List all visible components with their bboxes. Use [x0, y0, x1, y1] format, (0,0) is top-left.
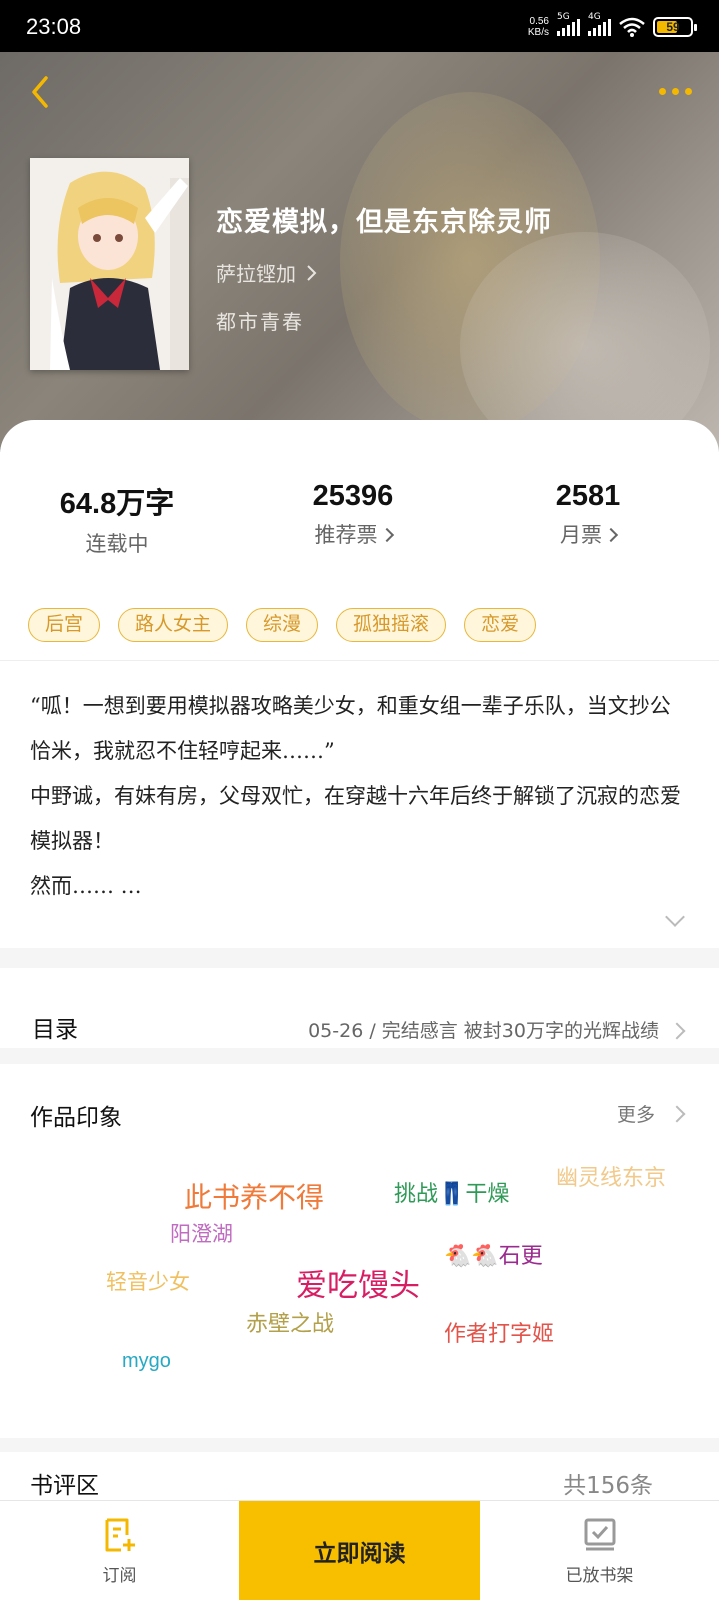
- chevron-right-icon: [603, 527, 619, 543]
- chevron-left-icon: [32, 76, 48, 108]
- monthly-votes-stat[interactable]: 2581 月票: [488, 480, 688, 549]
- expand-chevron-icon[interactable]: [665, 907, 685, 927]
- reviews-title: 书评区: [30, 1473, 99, 1499]
- stats-row: 64.8万字 连载中 25396 推荐票 2581 月票: [0, 480, 719, 570]
- book-genre: 都市青春: [216, 310, 304, 334]
- signal-5g-icon: 5G: [557, 12, 580, 36]
- word-count-stat: 64.8万字 连载中: [59, 488, 175, 556]
- impression-word[interactable]: 挑战👖干燥: [394, 1176, 509, 1208]
- toc-title: 目录: [32, 1017, 78, 1043]
- author-link[interactable]: 萨拉铿加: [216, 258, 318, 287]
- status-indicators: 0.56 KB/s 5G 4G 59: [527, 12, 697, 40]
- status-time: 23:08: [26, 14, 82, 39]
- tag-list: 后宫 路人女主 综漫 孤独摇滚 恋爱: [28, 608, 537, 642]
- tag-chip[interactable]: 综漫: [246, 608, 319, 642]
- impression-word[interactable]: 作者打字姬: [444, 1316, 554, 1348]
- impression-word[interactable]: 🐔🐔石更: [444, 1238, 543, 1270]
- read-now-button[interactable]: 立即阅读: [239, 1501, 480, 1600]
- recommend-votes-stat[interactable]: 25396 推荐票: [253, 480, 453, 549]
- network-speed: 0.56 KB/s: [527, 16, 549, 38]
- synopsis[interactable]: “呱！一想到要用模拟器攻略美少女，和重女组一辈子乐队，当文抄公恰米，我就忍不住轻…: [30, 684, 690, 909]
- impression-word[interactable]: 此书养不得: [184, 1176, 324, 1216]
- more-options-button[interactable]: [653, 76, 697, 106]
- tag-chip[interactable]: 路人女主: [118, 608, 229, 642]
- impression-word[interactable]: mygo: [122, 1350, 171, 1373]
- more-dots-icon: [658, 87, 666, 95]
- impression-word[interactable]: 赤壁之战: [246, 1306, 334, 1338]
- chevron-right-icon: [668, 1022, 686, 1040]
- signal-4g-icon: 4G: [588, 12, 611, 36]
- tag-chip[interactable]: 孤独摇滚: [336, 608, 447, 642]
- impression-word[interactable]: 爱吃馒头: [296, 1260, 420, 1305]
- chevron-right-icon: [668, 1105, 686, 1123]
- wifi-icon: [619, 17, 645, 37]
- bookshelf-button[interactable]: 已放书架: [480, 1501, 719, 1600]
- impression-word[interactable]: 幽灵线东京: [556, 1160, 666, 1192]
- status-bar: 23:08 0.56 KB/s 5G 4G 59: [0, 0, 719, 52]
- impression-word[interactable]: 轻音少女: [106, 1266, 190, 1296]
- bookshelf-check-icon: [584, 1518, 615, 1550]
- latest-chapter: 05-26 / 完结感言 被封30万字的光辉战绩: [308, 1020, 659, 1042]
- impression-word[interactable]: 阳澄湖: [170, 1218, 233, 1248]
- reviews-count[interactable]: 共156条: [563, 1466, 653, 1500]
- book-title: 恋爱模拟，但是东京除灵师: [216, 207, 552, 238]
- impression-word-cloud: 幽灵线东京 此书养不得 挑战👖干燥 阳澄湖 🐔🐔石更 轻音少女 爱吃馒头 赤壁之…: [0, 1160, 719, 1390]
- bottom-action-bar: 订阅 立即阅读 已放书架: [0, 1500, 719, 1600]
- impressions-more-button[interactable]: 更多: [617, 1100, 655, 1127]
- book-detail-card: 64.8万字 连载中 25396 推荐票 2581 月票 后宫 路人女主 综漫 …: [0, 420, 719, 1500]
- tag-chip[interactable]: 恋爱: [464, 608, 537, 642]
- chevron-right-icon: [307, 264, 317, 281]
- author-name: 萨拉铿加: [216, 262, 296, 286]
- chevron-right-icon: [379, 527, 394, 543]
- battery-icon: 59: [653, 17, 697, 37]
- back-button[interactable]: [22, 70, 66, 114]
- book-header: 恋爱模拟，但是东京除灵师 萨拉铿加 都市青春: [0, 52, 719, 452]
- subscribe-button[interactable]: 订阅: [0, 1501, 239, 1600]
- impressions-title: 作品印象: [30, 1105, 122, 1131]
- book-cover[interactable]: [30, 158, 189, 370]
- subscribe-icon: [105, 1518, 135, 1551]
- tag-chip[interactable]: 后宫: [28, 608, 101, 642]
